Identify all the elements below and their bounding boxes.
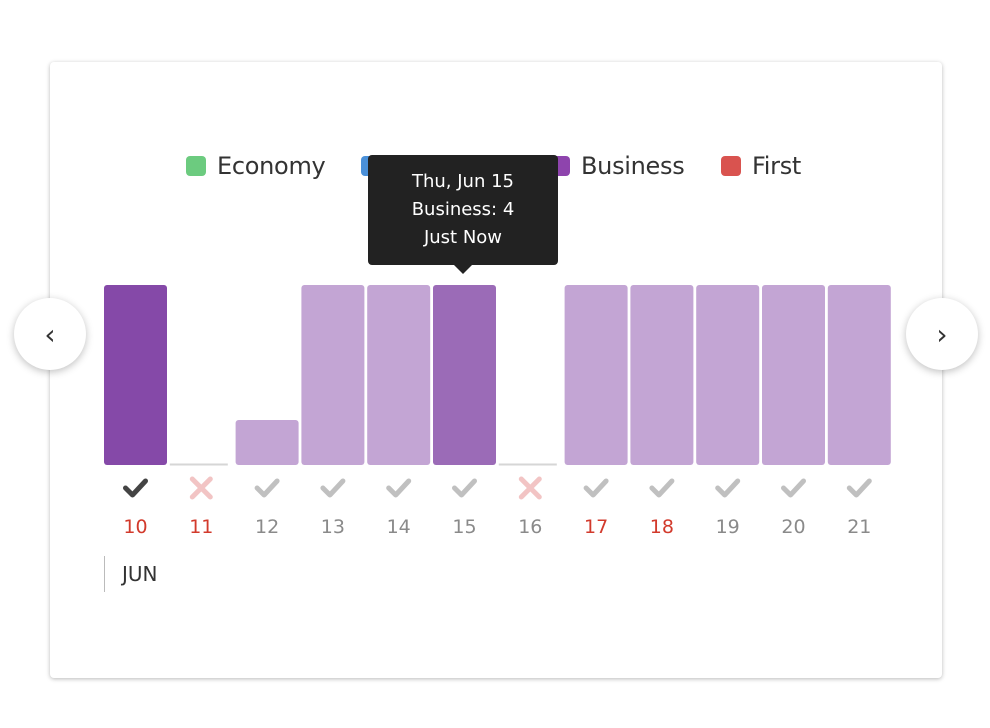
day-tick-label: 11 [189, 516, 213, 538]
next-button[interactable]: › [906, 298, 978, 370]
cross-icon [518, 476, 542, 500]
day-tick-label: 16 [518, 516, 542, 538]
day-tick-label: 19 [716, 516, 740, 538]
day-tick-label: 15 [452, 516, 476, 538]
bar[interactable] [104, 285, 167, 465]
checkmark-icon [649, 478, 675, 498]
chevron-right-icon: › [936, 317, 948, 351]
checkmark-icon [583, 478, 609, 498]
bar-tooltip: Thu, Jun 15 Business: 4 Just Now [368, 155, 558, 274]
month-label: JUN [122, 562, 158, 586]
day-tick-label: 14 [387, 516, 411, 538]
checkmark-icon [452, 478, 477, 498]
bar[interactable] [630, 285, 694, 465]
checkmark-icon [781, 478, 806, 498]
chevron-left-icon: ‹ [44, 317, 56, 351]
checkmark-icon [846, 478, 872, 498]
bar[interactable] [235, 420, 299, 465]
checkmark-icon [123, 478, 148, 498]
month-divider [104, 556, 105, 592]
day-tick-label: 13 [321, 516, 345, 538]
tooltip-value: Business: 4 [411, 199, 515, 220]
day-tick-label: 18 [650, 516, 674, 538]
bar[interactable] [827, 285, 891, 465]
day-tick-label: 10 [123, 516, 147, 538]
tooltip-time: Just Now [423, 227, 503, 248]
bar[interactable] [301, 285, 365, 465]
checkmark-icon [320, 478, 346, 498]
bar[interactable] [367, 285, 431, 465]
day-tick-label: 17 [584, 516, 608, 538]
bar[interactable] [564, 285, 628, 465]
day-tick-label: 12 [255, 516, 279, 538]
checkmark-icon [715, 478, 741, 498]
day-tick-label: 20 [781, 516, 805, 538]
bar-chart: 10 11 12 13 14 15 16 17 18 19 20 21 [104, 285, 891, 538]
bar[interactable] [762, 285, 825, 465]
checkmark-icon [254, 478, 280, 498]
bar[interactable] [433, 285, 496, 465]
bar[interactable] [696, 285, 760, 465]
tooltip-date: Thu, Jun 15 [411, 171, 514, 192]
prev-button[interactable]: ‹ [14, 298, 86, 370]
checkmark-icon [386, 478, 412, 498]
day-tick-label: 21 [847, 516, 871, 538]
cross-icon [189, 476, 213, 500]
